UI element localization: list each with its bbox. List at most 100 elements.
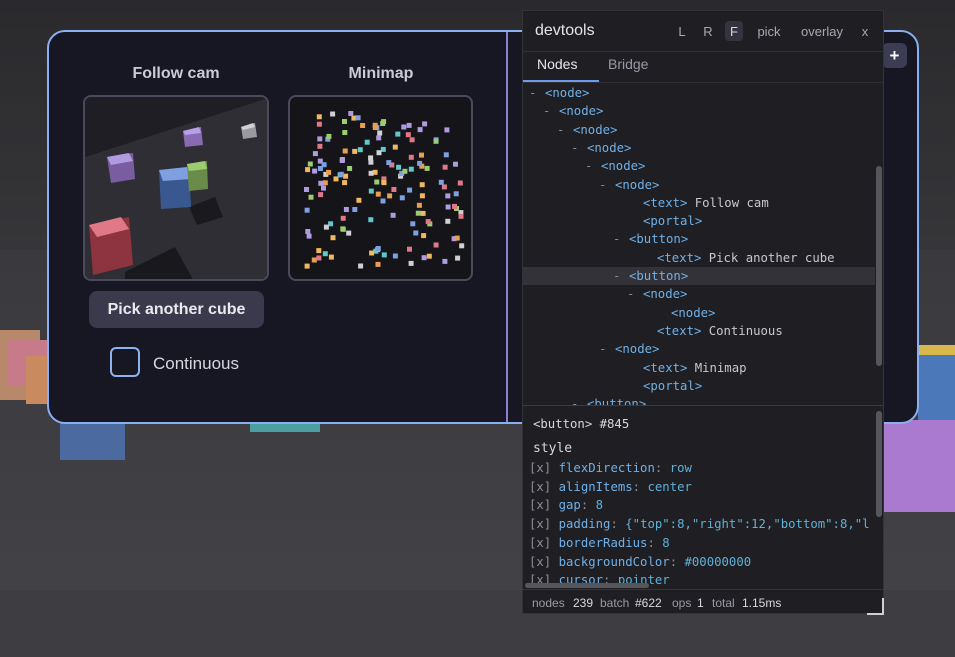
minimap-cube-dot	[347, 166, 353, 171]
property-key: padding	[558, 517, 611, 532]
follow-cam-viewport[interactable]	[83, 95, 269, 281]
minimap-cube-dot	[357, 147, 363, 153]
minimap-cube-dot	[368, 170, 374, 176]
property-toggle[interactable]: [x]	[529, 498, 551, 512]
tree-row[interactable]: - <button>	[523, 230, 875, 248]
tree-row[interactable]: - <node>	[523, 139, 875, 157]
devtools-split-divider[interactable]	[523, 405, 883, 406]
tree-row[interactable]: - <button>	[523, 267, 875, 285]
tree-row[interactable]: - <node>	[523, 157, 875, 175]
tab-nodes[interactable]: Nodes	[537, 56, 577, 72]
tree-collapse-toggle[interactable]: -	[529, 84, 536, 102]
minimap-render	[304, 111, 465, 269]
minimap-cube-dot	[407, 246, 412, 252]
tree-collapse-toggle[interactable]: -	[599, 340, 606, 358]
tree-row[interactable]: <portal>	[523, 377, 875, 395]
tree-row[interactable]: - <node>	[523, 121, 875, 139]
dock-right-button[interactable]: R	[701, 21, 715, 41]
minimap-cube-dot	[417, 127, 423, 133]
minimap-cube-dot	[316, 121, 322, 127]
minimap-cube-dot	[306, 233, 312, 239]
minimap-cube-dot	[420, 210, 426, 216]
pick-element-button[interactable]: pick	[755, 21, 783, 41]
property-colon: :	[669, 554, 685, 569]
property-value[interactable]: center	[647, 480, 691, 494]
status-total-label: total	[712, 596, 735, 610]
tree-node-tag: <text>	[657, 250, 702, 265]
tree-row[interactable]: - <node>	[523, 340, 875, 358]
style-property-row[interactable]: [x] gap: 8	[529, 496, 603, 515]
tree-row[interactable]: <text> Follow cam	[523, 194, 875, 212]
tree-node-tag: <node>	[601, 159, 646, 174]
continuous-checkbox[interactable]	[110, 347, 140, 377]
property-colon: :	[632, 479, 648, 494]
selected-node-heading: <button> #845	[533, 417, 630, 431]
tab-bridge[interactable]: Bridge	[608, 56, 648, 72]
style-property-row[interactable]: [x] borderRadius: 8	[529, 534, 670, 553]
minimap-cube-dot	[395, 131, 401, 137]
tree-row[interactable]: <node>	[523, 304, 875, 322]
tree-collapse-toggle[interactable]: -	[557, 121, 564, 139]
tree-row[interactable]: - <node>	[523, 102, 875, 120]
minimap-cube-dot	[417, 160, 423, 166]
tree-collapse-toggle[interactable]: -	[585, 157, 592, 175]
property-toggle[interactable]: [x]	[529, 555, 551, 569]
style-property-row[interactable]: [x] alignItems: center	[529, 478, 692, 497]
overlay-button[interactable]: overlay	[799, 21, 845, 41]
property-value[interactable]: 8	[596, 498, 603, 512]
property-value[interactable]: 8	[662, 536, 669, 550]
tree-row[interactable]: <text> Continuous	[523, 322, 875, 340]
style-property-row[interactable]: [x] flexDirection: row	[529, 459, 692, 478]
tree-row[interactable]: - <node>	[523, 176, 875, 194]
dock-left-button[interactable]: L	[675, 21, 689, 41]
inspector-horizontal-scrollbar[interactable]	[525, 583, 649, 588]
tree-row[interactable]: <portal>	[523, 212, 875, 230]
property-toggle[interactable]: [x]	[529, 536, 551, 550]
close-button[interactable]: x	[859, 21, 871, 41]
tree-scrollbar[interactable]	[876, 166, 882, 366]
pick-another-cube-button[interactable]: Pick another cube	[89, 291, 264, 328]
tree-collapse-toggle[interactable]: -	[613, 267, 620, 285]
property-value[interactable]: #00000000	[685, 555, 752, 569]
tree-collapse-toggle[interactable]: -	[571, 139, 578, 157]
property-toggle[interactable]: [x]	[529, 480, 551, 494]
minimap-viewport[interactable]	[288, 95, 473, 281]
property-colon: :	[580, 498, 596, 513]
minimap-cube-dot	[321, 185, 326, 191]
property-value[interactable]: row	[670, 461, 692, 475]
tree-row[interactable]: - <node>	[523, 285, 875, 303]
minimap-cube-dot	[405, 132, 411, 138]
tree-collapse-toggle[interactable]: -	[627, 285, 634, 303]
tree-row[interactable]: - <button>	[523, 395, 875, 405]
tree-collapse-toggle[interactable]: -	[613, 230, 620, 248]
tree-collapse-toggle[interactable]: -	[599, 176, 606, 194]
property-value[interactable]: {"top":8,"right":12,"bottom":8,"l	[625, 517, 869, 531]
panel-divider	[506, 32, 508, 422]
node-tree[interactable]: - <node> - <node> - <node> - <node> - <node> - <nod…	[523, 83, 875, 405]
inspector-vertical-scrollbar[interactable]	[876, 411, 882, 517]
float-button[interactable]: F	[725, 21, 743, 41]
minimap-cube-dot	[322, 180, 328, 186]
tree-row[interactable]: - <node>	[523, 84, 875, 102]
tree-node-tag: <button>	[629, 269, 689, 283]
minimap-cube-dot	[328, 254, 334, 260]
add-button[interactable]: +	[882, 43, 907, 68]
devtools-tabs: Nodes Bridge	[523, 51, 883, 83]
tree-collapse-toggle[interactable]: -	[543, 102, 550, 120]
tree-node-tag: <portal>	[643, 378, 703, 393]
minimap-cube-dot	[390, 212, 396, 218]
minimap-cube-dot	[377, 130, 383, 136]
minimap-cube-dot	[317, 143, 323, 149]
tree-node-tag: <node>	[643, 287, 688, 302]
resize-handle-icon[interactable]	[867, 598, 884, 615]
property-toggle[interactable]: [x]	[529, 461, 551, 475]
tree-collapse-toggle[interactable]: -	[571, 395, 578, 405]
property-toggle[interactable]: [x]	[529, 517, 551, 531]
tree-row[interactable]: <text> Minimap	[523, 359, 875, 377]
tree-row[interactable]: <text> Pick another cube	[523, 249, 875, 267]
style-property-row[interactable]: [x] padding: {"top":8,"right":12,"bottom…	[529, 515, 870, 534]
minimap-cube-dot	[454, 235, 460, 241]
minimap-cube-dot	[402, 168, 408, 174]
style-property-row[interactable]: [x] backgroundColor: #00000000	[529, 553, 751, 572]
scene-cube	[918, 352, 955, 420]
